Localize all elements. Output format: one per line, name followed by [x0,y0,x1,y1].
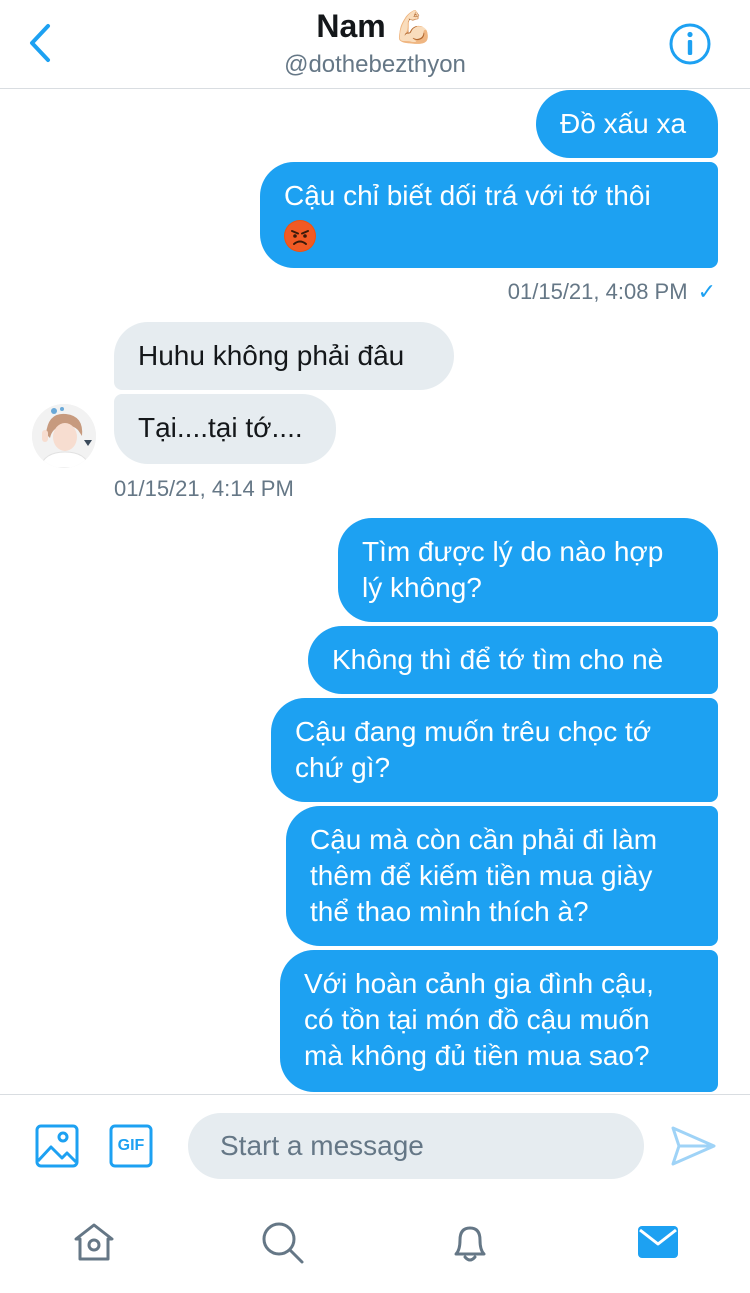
info-icon [669,23,711,65]
message-text-line: có tồn tại món đồ cậu muốn [304,1004,650,1035]
message-text-line: Với hoàn cảnh gia đình cậu, [304,968,654,999]
message-composer: GIF [0,1094,750,1199]
message-bubble-outgoing[interactable]: Không thì để tớ tìm cho nè [308,626,718,694]
avatar[interactable] [32,404,96,468]
message-bubble-outgoing[interactable]: Cậu chỉ biết dối trá với tớ thôi [260,162,718,268]
message-bubble-outgoing[interactable]: Tìm được lý do nào hợp lý không? [338,518,718,622]
angry-face-icon [284,219,316,252]
bottom-tab-bar [0,1198,750,1293]
message-text: Huhu không phải đâu [138,340,405,371]
tab-search[interactable] [258,1218,306,1266]
add-image-button[interactable] [34,1123,80,1169]
info-button[interactable] [668,22,712,66]
tab-notifications[interactable] [446,1218,494,1266]
contact-name: Nam [316,8,386,44]
flexed-biceps-emoji: 💪🏻 [393,8,434,45]
message-bubble-outgoing[interactable]: Đồ xấu xa [536,90,718,158]
message-bubble-outgoing[interactable]: Cậu đang muốn trêu chọc tớ chứ gì? [271,698,718,802]
tab-messages[interactable] [634,1218,682,1266]
message-text-line: Tìm được lý do nào hợp [362,536,664,567]
message-bubble-outgoing[interactable]: Cậu mà còn cần phải đi làm thêm để kiếm … [286,806,718,946]
home-icon [74,1223,114,1261]
send-button[interactable] [668,1121,718,1171]
message-bubble-incoming[interactable]: Huhu không phải đâu [114,322,454,390]
message-bubble-outgoing[interactable]: Với hoàn cảnh gia đình cậu, có tồn tại m… [280,950,718,1092]
message-text-line: thêm để kiếm tiền mua giày [310,860,653,891]
message-input[interactable] [188,1113,644,1179]
message-text-line: thể thao mình thích à? [310,896,589,927]
gif-label: GIF [117,1137,145,1154]
message-timestamp: 01/15/21, 4:08 PM ✓ [507,279,716,304]
message-text-line: chứ gì? [295,752,391,783]
message-text: Tại....tại tớ.... [138,412,303,443]
message-text: Không thì để tớ tìm cho nè [332,644,664,675]
contact-handle: @dothebezthyon [284,51,466,78]
add-gif-button[interactable]: GIF [108,1123,154,1169]
search-icon [262,1222,304,1264]
tab-home[interactable] [70,1218,118,1266]
message-text-line: Cậu mà còn cần phải đi làm [310,824,658,855]
message-text: Cậu chỉ biết dối trá với tớ thôi [284,180,651,211]
send-icon [671,1126,716,1166]
message-bubble-incoming[interactable]: Tại....tại tớ.... [114,394,336,464]
message-text-line: mà không đủ tiền mua sao? [304,1040,650,1071]
image-icon [35,1124,79,1168]
sent-check-icon: ✓ [697,279,716,304]
conversation-title-block[interactable]: Nam 💪🏻 @dothebezthyon [0,8,750,79]
message-text: Đồ xấu xa [560,108,687,139]
message-timestamp: 01/15/21, 4:14 PM [114,476,294,501]
message-text-line: Cậu đang muốn trêu chọc tớ [295,716,652,747]
message-text-line: lý không? [362,572,482,603]
notifications-icon [454,1226,486,1262]
conversation-header: Nam 💪🏻 @dothebezthyon [0,0,750,89]
messages-icon [638,1226,678,1258]
